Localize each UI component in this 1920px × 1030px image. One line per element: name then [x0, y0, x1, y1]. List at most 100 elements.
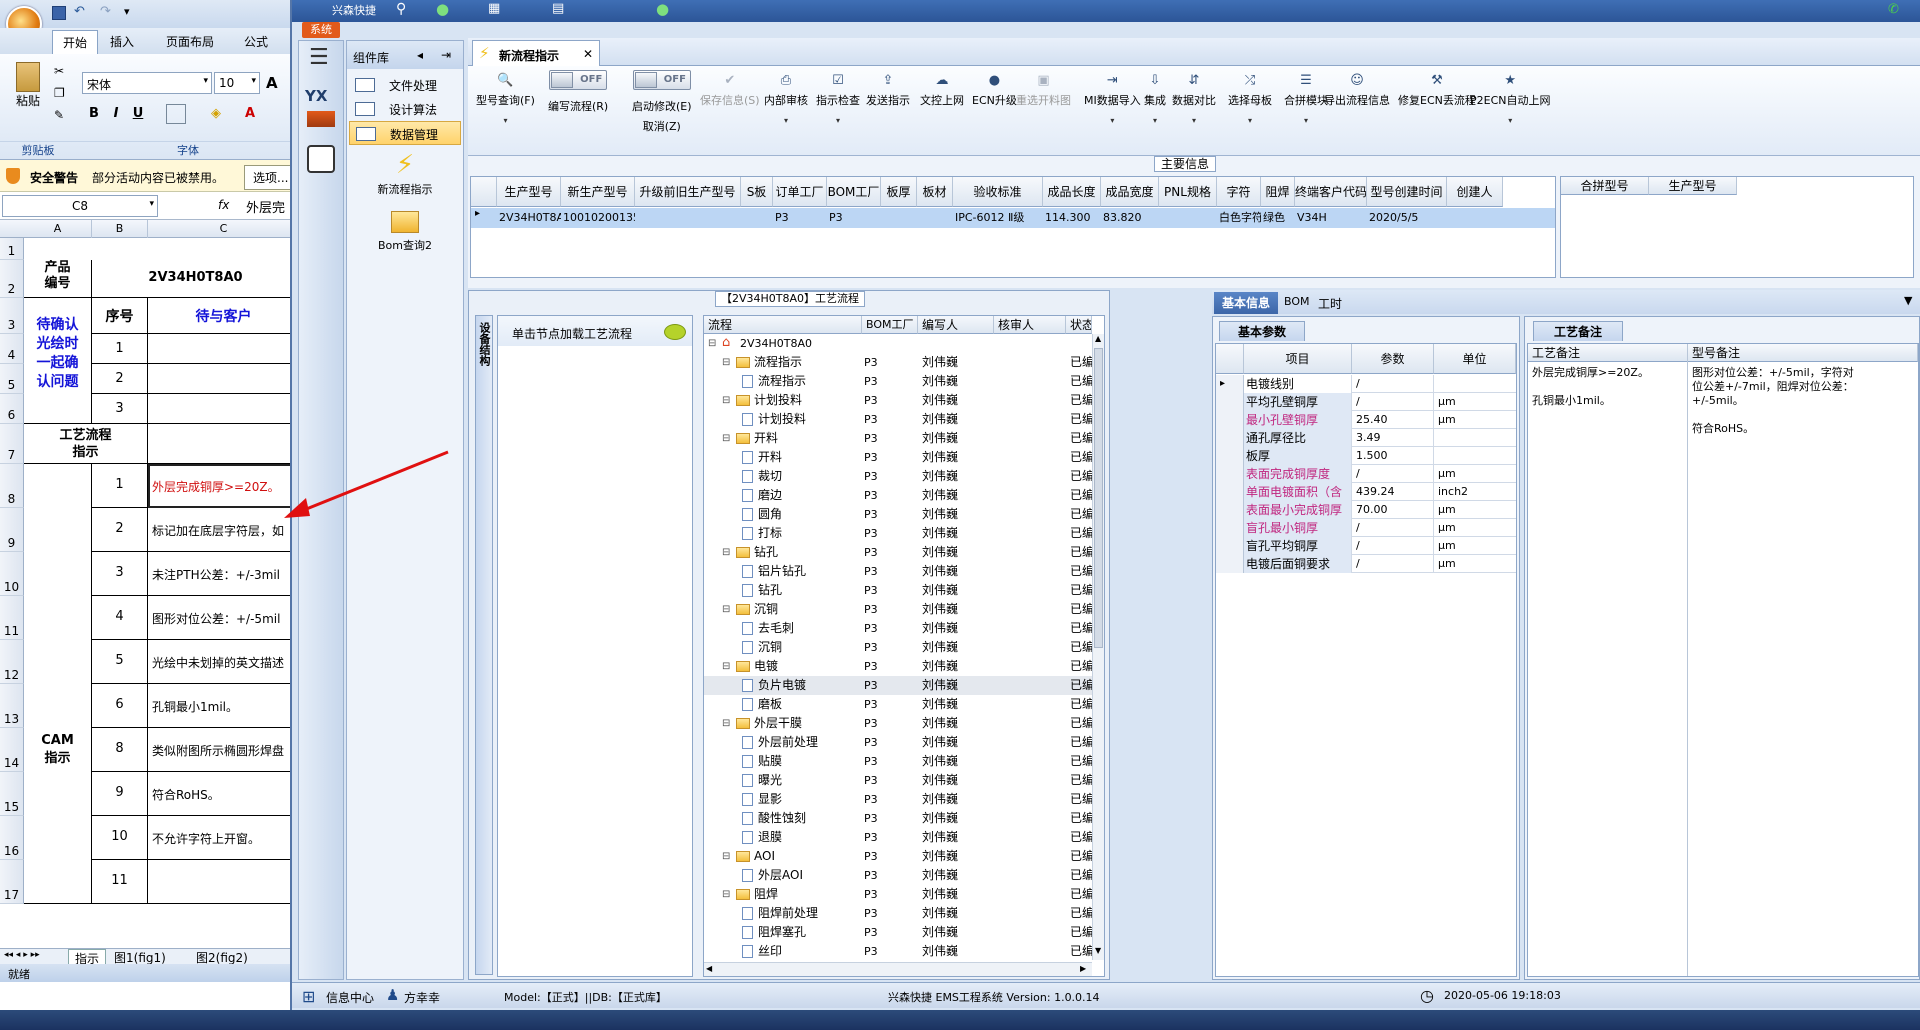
collapse-icon[interactable]: ◂ [417, 48, 423, 62]
tree-node[interactable]: 计划投料 P3 刘伟巍 已编E [704, 410, 1092, 429]
main-cell[interactable]: 绿色 [1261, 208, 1295, 228]
cut-icon[interactable]: ✂ [54, 64, 64, 78]
cam-text-cell[interactable]: 标记加在底层字符层，如 [148, 508, 300, 552]
expand-toggle-icon[interactable]: ⊟ [722, 847, 730, 866]
table-row[interactable]: ▸ 2V34H0T8A010010200135395 P3P3 IPC-6012 Ⅱ级… [471, 208, 1555, 228]
param-row[interactable]: 平均孔壁铜厚 / μm [1216, 393, 1516, 411]
cam-seq-cell[interactable]: 10 [92, 816, 148, 860]
chevron-down-icon[interactable]: ▾ [1284, 116, 1328, 125]
toolbar-button-4[interactable]: ⎙ 内部审核 ▾ [764, 74, 808, 126]
formula-input[interactable]: 外层完 [246, 197, 285, 216]
param-row[interactable]: 盲孔最小铜厚 / μm [1216, 519, 1516, 537]
cam-text-cell[interactable]: 未注PTH公差：+/-3mil [148, 552, 300, 596]
row-header[interactable]: 9 [0, 508, 24, 552]
main-col-header[interactable]: 型号创建时间 [1367, 177, 1447, 207]
search-icon[interactable]: ⚲ [396, 1, 406, 17]
underline-button[interactable]: U [128, 104, 148, 124]
grid-icon[interactable]: ▦ [488, 1, 500, 16]
italic-button[interactable]: I [106, 104, 126, 124]
toolbar-button-16[interactable]: ⚒ 修复ECN丢流程 [1398, 74, 1476, 108]
main-col-header[interactable]: 阻焊 [1261, 177, 1295, 207]
main-cell[interactable] [881, 208, 917, 228]
undo-icon[interactable]: ↶ [74, 4, 85, 19]
col-merge-model[interactable]: 合拼型号 [1561, 177, 1649, 195]
tree-node[interactable]: 贴膜 P3 刘伟巍 已编E [704, 752, 1092, 771]
toggle-switch[interactable]: OFF [632, 70, 691, 90]
main-cell[interactable]: 114.300 [1043, 208, 1101, 228]
pin-icon[interactable]: ⇥ [441, 48, 451, 62]
font-color-icon[interactable]: A [240, 104, 260, 124]
toolbar-button-8[interactable]: ● ECN升级 [972, 74, 1017, 108]
param-row[interactable]: 电镀后面铜要求 / μm [1216, 555, 1516, 573]
chevron-down-icon[interactable]: ▾ [1470, 116, 1551, 125]
main-cell[interactable]: 白色字符 [1217, 208, 1261, 228]
main-col-header[interactable]: 生产型号 [497, 177, 561, 207]
main-cell[interactable]: 10010200135395 [561, 208, 635, 228]
tab-bom[interactable]: BOM [1284, 295, 1310, 308]
main-col-header[interactable]: 新生产型号 [561, 177, 635, 207]
toolbar-button-3[interactable]: ✔ 保存信息(S) [700, 74, 760, 108]
bom-query-tool[interactable]: Bom查询2 [347, 207, 463, 253]
toolbar-button-5[interactable]: ☑ 指示检查 ▾ [816, 74, 860, 126]
chevron-down-icon[interactable]: ▼ [1904, 294, 1912, 307]
windows-icon[interactable]: ⊞ [302, 987, 315, 1006]
tab-home[interactable]: 开始 [52, 30, 99, 54]
expand-toggle-icon[interactable]: ⊟ [722, 353, 730, 372]
tree-node[interactable]: 负片电镀 P3 刘伟巍 已编E [704, 676, 1092, 695]
tree-node[interactable]: 磨边 P3 刘伟巍 已编E [704, 486, 1092, 505]
cam-seq-cell[interactable]: 3 [92, 552, 148, 596]
toolbox-icon[interactable] [307, 145, 335, 173]
border-icon[interactable] [166, 104, 186, 124]
redo-icon[interactable]: ↷ [100, 4, 111, 19]
tree-node[interactable]: 外层AOI P3 刘伟巍 已编E [704, 866, 1092, 885]
expand-toggle-icon[interactable]: ⊟ [722, 391, 730, 410]
main-cell[interactable]: V34H [1295, 208, 1367, 228]
model-note-text[interactable]: 图形对位公差：+/-5mil，字符对 位公差+/-7mil，阻焊对位公差： +/… [1692, 366, 1902, 436]
main-cell[interactable] [1447, 208, 1503, 228]
cam-text-cell[interactable] [148, 860, 300, 904]
tree-node[interactable]: 铝片钻孔 P3 刘伟巍 已编E [704, 562, 1092, 581]
chevron-down-icon[interactable]: ▾ [1228, 116, 1272, 125]
scroll-right-icon[interactable]: ▶ [1080, 964, 1086, 973]
process-note-text[interactable]: 外层完成铜厚>=20Z。 孔铜最小1mil。 [1532, 366, 1686, 408]
tree-node[interactable]: ⊟ 计划投料 P3 刘伟巍 已编E [704, 391, 1092, 410]
chevron-down-icon[interactable]: ▾ [1144, 116, 1166, 125]
main-col-header[interactable]: PNL规格 [1159, 177, 1217, 207]
format-painter-icon[interactable]: ✎ [54, 108, 64, 122]
tree-node[interactable]: ⊟ 电镀 P3 刘伟巍 已编E [704, 657, 1092, 676]
col-writer[interactable]: 编写人 [918, 316, 994, 334]
tree-node[interactable]: ⊟ 外层干膜 P3 刘伟巍 已编E [704, 714, 1092, 733]
cam-seq-cell[interactable]: 8 [92, 728, 148, 772]
param-value[interactable]: / [1352, 393, 1434, 411]
tree-node[interactable]: 打标 P3 刘伟巍 已编E [704, 524, 1092, 543]
expand-toggle-icon[interactable]: ⊟ [722, 714, 730, 733]
paste-button[interactable]: 粘贴 [10, 62, 46, 124]
expand-toggle-icon[interactable]: ⊟ [722, 600, 730, 619]
row-header[interactable]: 14 [0, 728, 24, 772]
toolbar-button-6[interactable]: ⇪ 发送指示 [866, 74, 910, 108]
cam-label-cell[interactable]: CAM 指示 [24, 464, 92, 904]
tree-node[interactable]: 显影 P3 刘伟巍 已编E [704, 790, 1092, 809]
main-col-header[interactable]: 终端客户代码 [1295, 177, 1367, 207]
menu-icon[interactable]: ☰ [309, 45, 329, 70]
main-col-header[interactable]: BOM工厂 [827, 177, 881, 207]
tab-page-layout[interactable]: 页面布局 [166, 33, 214, 50]
pending-cell[interactable] [148, 364, 300, 394]
main-col-header[interactable]: 创建人 [1447, 177, 1503, 207]
column-header-a[interactable]: A [24, 220, 92, 238]
component-design-algorithm[interactable]: 设计算法 [349, 97, 461, 121]
col-status[interactable]: 状态 [1066, 316, 1092, 334]
main-cell[interactable]: P3 [827, 208, 881, 228]
scroll-thumb[interactable] [1094, 348, 1103, 648]
chevron-down-icon[interactable]: ▾ [764, 116, 808, 125]
save-icon[interactable] [52, 6, 66, 20]
param-row[interactable]: 表面完成铜厚度 / μm [1216, 465, 1516, 483]
tab-work-hours[interactable]: 工时 [1318, 295, 1342, 312]
row-header[interactable]: 4 [0, 334, 24, 364]
main-cell[interactable] [917, 208, 953, 228]
chevron-down-icon[interactable]: ▾ [476, 116, 535, 125]
tree-node[interactable]: ⊟ 钻孔 P3 刘伟巍 已编E [704, 543, 1092, 562]
cam-text-cell[interactable]: 光绘中未划掉的英文描述 [148, 640, 300, 684]
tree-node[interactable]: 阻焊塞孔 P3 刘伟巍 已编E [704, 923, 1092, 942]
col-bom-factory[interactable]: BOM工厂 [862, 316, 918, 334]
